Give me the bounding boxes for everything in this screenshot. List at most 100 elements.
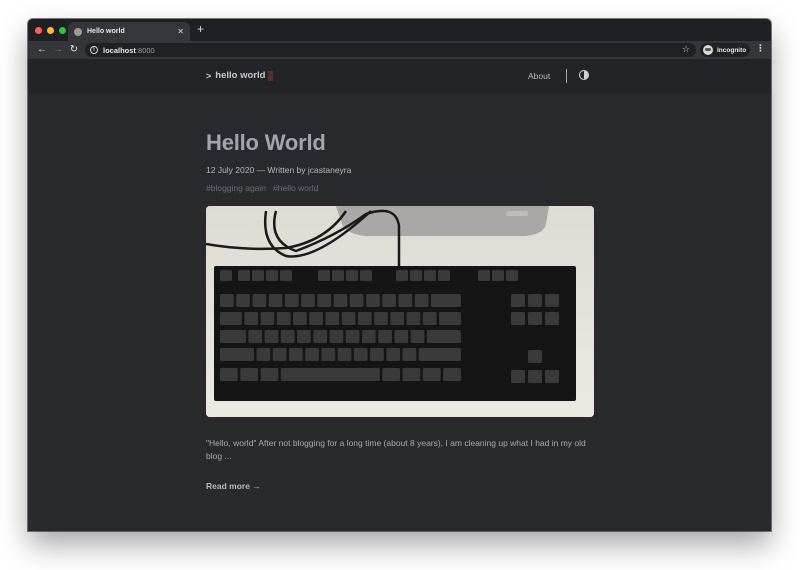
keycap: [332, 270, 344, 281]
keycap: [333, 294, 348, 307]
tag-link[interactable]: #hello world: [273, 183, 318, 193]
keycap: [264, 330, 279, 343]
keycap: [528, 294, 542, 307]
keycap: [378, 330, 392, 343]
read-more-link[interactable]: Read more →: [206, 481, 261, 491]
keycap: [293, 312, 307, 325]
post-excerpt: "Hello, world" After not blogging for a …: [206, 438, 586, 461]
keycap: [528, 312, 542, 325]
site-info-icon[interactable]: i: [90, 46, 98, 54]
keyboard-photo: [206, 206, 594, 417]
url-port: :8000: [135, 45, 155, 55]
theme-toggle-icon[interactable]: [579, 70, 589, 80]
address-bar[interactable]: i localhost :8000 ☆: [85, 43, 696, 57]
keycap: [396, 270, 408, 281]
keycap: [374, 312, 388, 325]
keycap: [220, 330, 246, 343]
keycap: [349, 294, 364, 307]
keycap: [443, 368, 461, 381]
keycap: [220, 348, 255, 361]
nav-divider: [566, 69, 567, 83]
keycap: [321, 348, 336, 361]
close-tab-icon[interactable]: ✕: [177, 27, 184, 36]
keycap: [414, 294, 429, 307]
keycap: [252, 294, 267, 307]
keycap: [386, 348, 401, 361]
keycap: [329, 330, 344, 343]
tab-hello-world[interactable]: Hello world ✕: [68, 22, 190, 41]
keycap: [305, 348, 319, 361]
keycap: [506, 270, 518, 281]
keycap: [422, 368, 441, 381]
new-tab-button[interactable]: +: [197, 23, 204, 35]
keycap: [390, 312, 405, 325]
keycap: [426, 330, 461, 343]
keycap: [260, 368, 279, 381]
post-title[interactable]: Hello World: [206, 129, 594, 157]
post-tags: #blogging again #hello world: [206, 183, 594, 193]
close-window-button[interactable]: [35, 27, 42, 34]
keycap: [402, 348, 417, 361]
keycap: [337, 348, 352, 361]
keycap: [266, 270, 278, 281]
keycap: [422, 312, 437, 325]
keycap: [424, 270, 436, 281]
forward-button[interactable]: →: [50, 45, 66, 55]
keycap: [370, 348, 384, 361]
window-controls: [35, 27, 66, 34]
back-button[interactable]: ←: [34, 45, 50, 55]
post-meta: 12 July 2020 — Written by jcastaneyra: [206, 165, 352, 175]
keycap: [220, 312, 242, 325]
keycap: [280, 368, 380, 381]
keycap: [511, 294, 525, 307]
keycap: [410, 270, 422, 281]
keycap: [220, 368, 238, 381]
keycap: [272, 348, 287, 361]
keycap: [288, 348, 303, 361]
keycap: [341, 312, 356, 325]
keycap: [220, 270, 232, 281]
page-content: > hello world About Hello World 12 July …: [28, 59, 771, 531]
nav-about-link[interactable]: About: [528, 71, 550, 81]
browser-menu-icon[interactable]: ⋮: [756, 44, 765, 53]
reload-button[interactable]: ↻: [66, 45, 82, 55]
tag-link[interactable]: #blogging again: [206, 183, 266, 193]
url-host: localhost: [103, 45, 136, 55]
keycap: [382, 294, 396, 307]
keycap: [317, 294, 332, 307]
keycap: [346, 270, 358, 281]
keycap: [361, 330, 376, 343]
keycap: [545, 294, 559, 307]
keycap: [410, 330, 425, 343]
maximize-window-button[interactable]: [59, 27, 66, 34]
keycap: [318, 270, 330, 281]
favicon-icon: [74, 27, 82, 36]
tab-strip: Hello world ✕ +: [28, 19, 771, 41]
keycap: [240, 368, 259, 381]
post-cover-image: [206, 206, 594, 417]
bookmark-star-icon[interactable]: ☆: [682, 44, 690, 55]
keycap: [382, 368, 401, 381]
site-logo-link[interactable]: > hello world: [206, 70, 274, 81]
keycap: [528, 370, 542, 383]
keycap: [511, 312, 525, 325]
minimize-window-button[interactable]: [47, 27, 54, 34]
post: Hello World 12 July 2020 — Written by jc…: [206, 129, 594, 494]
keycap: [297, 330, 311, 343]
keycap: [492, 270, 504, 281]
incognito-profile-button[interactable]: Incognito: [700, 43, 750, 57]
keycap: [325, 312, 340, 325]
keycap: [511, 370, 525, 383]
keycap: [345, 330, 360, 343]
keycap: [438, 270, 450, 281]
logo-caret: >: [206, 70, 212, 81]
keycap: [276, 312, 291, 325]
keycap: [406, 312, 421, 325]
keycap: [238, 270, 250, 281]
keycap: [309, 312, 323, 325]
keycap: [357, 312, 372, 325]
keycap: [248, 330, 263, 343]
keycap: [545, 370, 559, 383]
tab-title: Hello world: [87, 28, 125, 35]
site-header: > hello world About: [28, 59, 771, 94]
